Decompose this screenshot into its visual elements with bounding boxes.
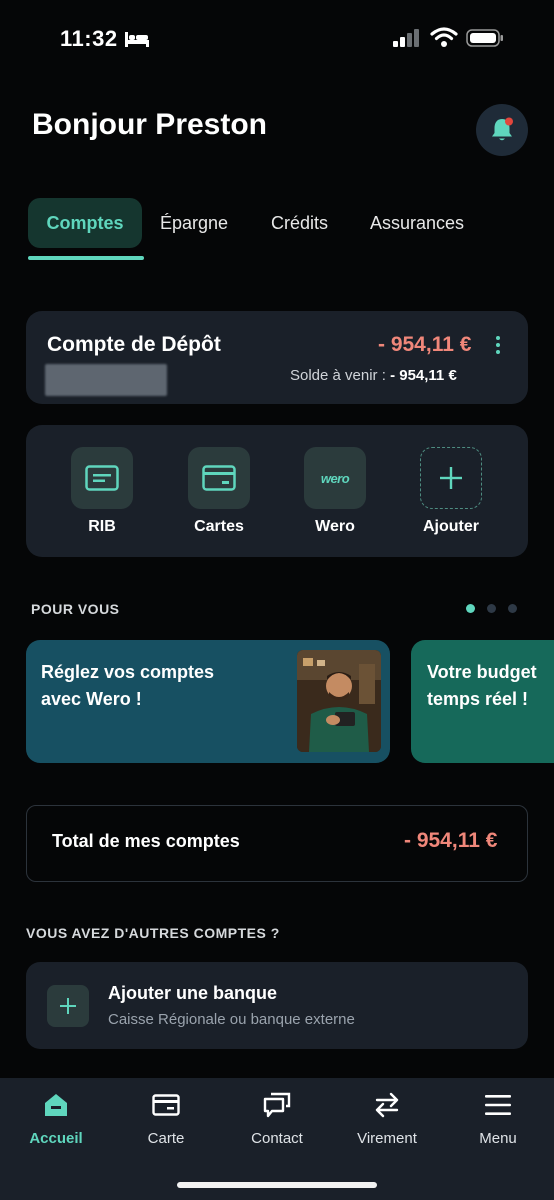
home-indicator[interactable] xyxy=(177,1182,377,1188)
rib-label: RIB xyxy=(88,518,116,535)
notifications-button[interactable] xyxy=(476,104,528,156)
nav-label: Accueil xyxy=(29,1130,83,1147)
wero-button[interactable]: wero xyxy=(304,447,366,509)
carousel-dot[interactable] xyxy=(508,604,517,613)
home-icon xyxy=(41,1090,71,1120)
nav-virement[interactable]: Virement xyxy=(337,1090,437,1147)
cards-label: Cartes xyxy=(194,518,244,535)
card-icon xyxy=(151,1090,181,1120)
nav-label: Menu xyxy=(479,1130,517,1147)
status-time: 11:32 xyxy=(60,26,118,51)
add-bank-card[interactable] xyxy=(26,962,528,1049)
rib-button[interactable] xyxy=(71,447,133,509)
tab-credits[interactable]: Crédits xyxy=(271,198,328,248)
bed-icon xyxy=(125,32,149,47)
account-balance: - 954,11 € xyxy=(378,333,472,356)
add-bank-plus-icon xyxy=(47,985,89,1027)
total-label: Total de mes comptes xyxy=(52,831,240,851)
upcoming-balance-label: Solde à venir : xyxy=(290,367,386,384)
nav-carte[interactable]: Carte xyxy=(116,1090,216,1147)
promo-card-text: Votre budget temps réel ! xyxy=(427,659,537,713)
promo-text-line: temps réel ! xyxy=(427,689,529,709)
cards-button[interactable] xyxy=(188,447,250,509)
nav-label: Virement xyxy=(357,1130,417,1147)
nav-label: Carte xyxy=(147,1130,185,1147)
bell-icon xyxy=(492,117,513,141)
promo-card-text: Réglez vos comptes avec Wero ! xyxy=(41,659,214,713)
pour-vous-title: POUR VOUS xyxy=(31,601,120,617)
battery-icon xyxy=(466,29,503,47)
add-bank-subtitle: Caisse Régionale ou banque externe xyxy=(108,1011,355,1028)
nav-menu[interactable]: Menu xyxy=(448,1090,548,1147)
other-accounts-title: VOUS AVEZ D'AUTRES COMPTES ? xyxy=(26,925,280,941)
wero-label: Wero xyxy=(315,518,355,535)
greeting-title: Bonjour Preston xyxy=(32,108,268,141)
active-tab-indicator xyxy=(28,256,144,260)
account-number-redacted xyxy=(45,364,167,396)
rib-icon xyxy=(85,465,119,491)
add-action-label: Ajouter xyxy=(423,518,479,535)
upcoming-balance: Solde à venir : - 954,11 € xyxy=(290,367,457,384)
nav-label: Contact xyxy=(251,1130,303,1147)
carousel-dot-active[interactable] xyxy=(466,604,475,613)
wifi-icon xyxy=(430,27,458,47)
promo-text-line: avec Wero ! xyxy=(41,689,142,709)
tab-comptes[interactable]: Comptes xyxy=(28,198,142,248)
promo-text-line: Votre budget xyxy=(427,662,537,682)
wero-logo: wero xyxy=(320,470,350,486)
total-value: - 954,11 € xyxy=(404,829,498,852)
account-name: Compte de Dépôt xyxy=(47,333,221,356)
tab-assurances[interactable]: Assurances xyxy=(370,198,464,248)
nav-accueil[interactable]: Accueil xyxy=(6,1090,106,1147)
menu-icon xyxy=(483,1090,513,1120)
promo-text-line: Réglez vos comptes xyxy=(41,662,215,682)
carousel-dot[interactable] xyxy=(487,604,496,613)
more-options-icon[interactable] xyxy=(493,334,503,356)
tab-epargne[interactable]: Épargne xyxy=(160,198,228,248)
cellular-signal-icon xyxy=(393,29,419,47)
upcoming-balance-value: - 954,11 € xyxy=(390,367,457,384)
add-action-button[interactable] xyxy=(420,447,482,509)
promo-photo xyxy=(297,650,381,752)
card-icon xyxy=(202,465,236,491)
chat-icon xyxy=(262,1090,292,1120)
plus-icon xyxy=(440,467,462,489)
add-bank-title: Ajouter une banque xyxy=(108,983,278,1003)
transfer-icon xyxy=(372,1090,402,1120)
nav-contact[interactable]: Contact xyxy=(227,1090,327,1147)
